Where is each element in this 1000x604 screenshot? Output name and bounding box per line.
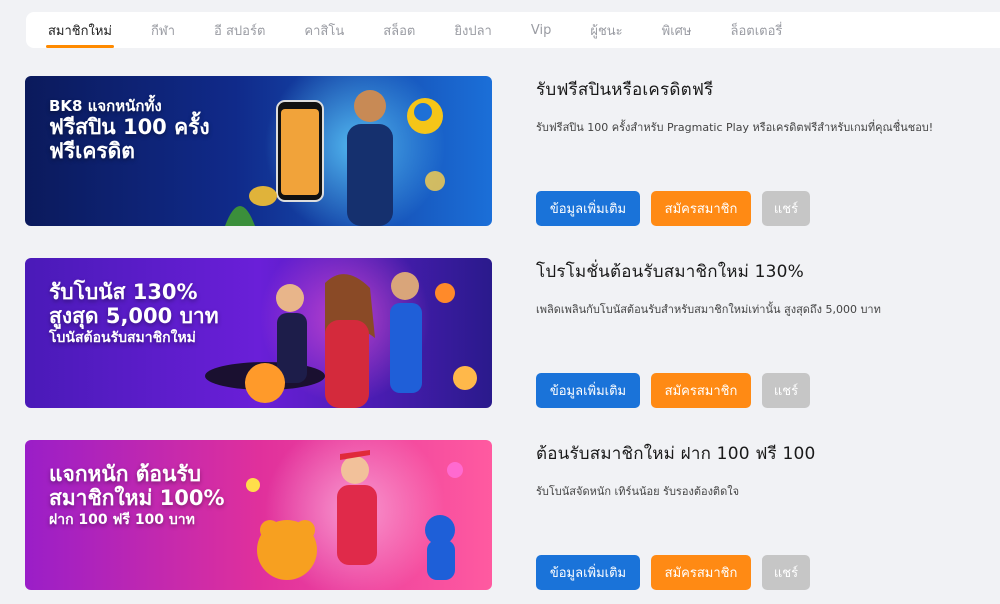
tab-special[interactable]: พิเศษ [662,12,692,48]
banner-headline: แจกหนัก ต้อนรับ สมาชิกใหม่ 100% ฝาก 100 … [49,462,225,528]
promo-title: ต้อนรับสมาชิกใหม่ ฝาก 100 ฟรี 100 [536,444,816,464]
promo-actions: ข้อมูลเพิ่มเติม สมัครสมาชิก แชร์ [536,191,821,226]
tab-slots[interactable]: สล็อต [383,12,415,48]
tab-winners[interactable]: ผู้ชนะ [590,12,622,48]
tab-new-member[interactable]: สมาชิกใหม่ [46,12,114,48]
banner-headline: BK8 แจกหนักทั้ง ฟรีสปิน 100 ครั้ง ฟรีเคร… [49,97,210,164]
banner-line-3: ฝาก 100 ฟรี 100 บาท [49,512,195,529]
tab-lottery[interactable]: ล็อตเตอรี่ [731,12,783,48]
more-info-button[interactable]: ข้อมูลเพิ่มเติม [536,191,640,226]
more-info-button[interactable]: ข้อมูลเพิ่มเติม [536,373,640,408]
promo-info: โปรโมชั่นต้อนรับสมาชิกใหม่ 130% เพลิดเพล… [536,258,956,318]
register-button[interactable]: สมัครสมาชิก [651,555,751,590]
banner-line-2: ฟรีสปิน 100 ครั้ง [49,115,210,140]
promo-description: รับฟรีสปิน 100 ครั้งสำหรับ Pragmatic Pla… [536,121,934,134]
tab-vip[interactable]: Vip [531,12,551,48]
promo-info: รับฟรีสปินหรือเครดิตฟรี รับฟรีสปิน 100 ค… [536,76,956,136]
banner-line-2: สมาชิกใหม่ 100% [49,486,225,511]
promo-card: รับโบนัส 130% สูงสุด 5,000 บาท โบนัสต้อน… [25,258,1000,408]
banner-line-1: BK8 แจกหนักทั้ง [49,97,162,115]
banner-line-3: ฟรีเครดิต [49,139,135,164]
promo-info: ต้อนรับสมาชิกใหม่ ฝาก 100 ฟรี 100 รับโบน… [536,440,956,500]
promo-title: รับฟรีสปินหรือเครดิตฟรี [536,80,714,100]
category-tabs: สมาชิกใหม่ กีฬา อี สปอร์ต คาสิโน สล็อต ย… [26,12,1000,48]
promo-actions: ข้อมูลเพิ่มเติม สมัครสมาชิก แชร์ [536,555,821,590]
tab-sports[interactable]: กีฬา [151,12,175,48]
banner-line-2: สูงสุด 5,000 บาท [49,304,219,329]
promo-description: รับโบนัสจัดหนัก เทิร์นน้อย รับรองต้องติด… [536,485,740,498]
promo-actions: ข้อมูลเพิ่มเติม สมัครสมาชิก แชร์ [536,373,821,408]
more-info-button[interactable]: ข้อมูลเพิ่มเติม [536,555,640,590]
promo-card: แจกหนัก ต้อนรับ สมาชิกใหม่ 100% ฝาก 100 … [25,440,1000,590]
banner-line-1: รับโบนัส 130% [49,280,198,304]
promo-banner-free-spin[interactable]: BK8 แจกหนักทั้ง ฟรีสปิน 100 ครั้ง ฟรีเคร… [25,76,492,226]
share-button[interactable]: แชร์ [762,555,810,590]
tab-casino[interactable]: คาสิโน [304,12,344,48]
promo-banner-welcome-130[interactable]: รับโบนัส 130% สูงสุด 5,000 บาท โบนัสต้อน… [25,258,492,408]
banner-line-3: โบนัสต้อนรับสมาชิกใหม่ [49,330,196,347]
promo-card: BK8 แจกหนักทั้ง ฟรีสปิน 100 ครั้ง ฟรีเคร… [25,76,1000,226]
tab-fishing[interactable]: ยิงปลา [454,12,491,48]
promo-title: โปรโมชั่นต้อนรับสมาชิกใหม่ 130% [536,262,805,282]
banner-line-1: แจกหนัก ต้อนรับ [49,462,201,486]
register-button[interactable]: สมัครสมาชิก [651,373,751,408]
promo-banner-deposit-100[interactable]: แจกหนัก ต้อนรับ สมาชิกใหม่ 100% ฝาก 100 … [25,440,492,590]
share-button[interactable]: แชร์ [762,191,810,226]
tab-esports[interactable]: อี สปอร์ต [214,12,265,48]
banner-headline: รับโบนัส 130% สูงสุด 5,000 บาท โบนัสต้อน… [49,280,219,346]
promo-description: เพลิดเพลินกับโบนัสต้อนรับสำหรับสมาชิกใหม… [536,303,881,316]
register-button[interactable]: สมัครสมาชิก [651,191,751,226]
share-button[interactable]: แชร์ [762,373,810,408]
